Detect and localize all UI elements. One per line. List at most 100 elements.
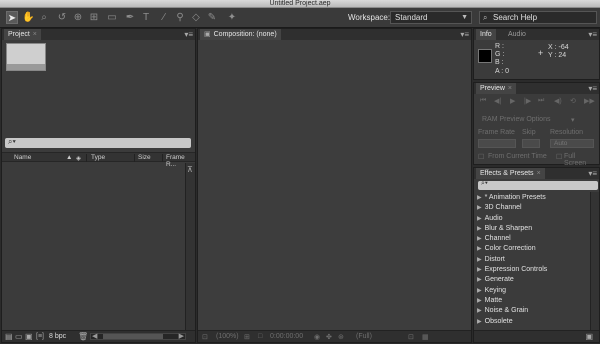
interpret-footage-icon[interactable]: ▤ [5,333,13,341]
disclosure-triangle-icon[interactable]: ▶ [477,319,482,325]
lock-icon[interactable]: ▣ [204,31,211,38]
pan-behind-icon[interactable]: ⊞ [88,11,100,24]
disclosure-triangle-icon[interactable]: ▶ [477,257,482,263]
panel-menu-icon[interactable]: ▾≡ [588,84,597,93]
previous-frame-icon[interactable]: ◀| [494,97,501,105]
camera-orbit-icon[interactable]: ⊕ [72,11,84,24]
effects-search-input[interactable]: ⌕▾ [478,180,598,190]
close-icon[interactable]: × [508,85,512,92]
disclosure-triangle-icon[interactable]: ▶ [477,205,482,211]
tab-composition[interactable]: ▣ Composition: (none) [200,29,281,40]
list-item[interactable]: ▶ Blur & Sharpen [474,224,589,234]
clone-stamp-icon[interactable]: ⚲ [174,11,186,24]
list-item[interactable]: ▶ Noise & Grain [474,306,589,316]
panel-menu-icon[interactable]: ▾≡ [460,30,469,39]
list-item[interactable]: ▶ 3D Channel [474,203,589,213]
tab-effects-presets[interactable]: Effects & Presets × [476,168,545,179]
sort-ascending-icon[interactable]: ▲ [66,154,72,161]
ram-preview-icon[interactable]: ▶▶ [584,97,595,105]
pen-icon[interactable]: ✒ [124,11,136,24]
tab-preview[interactable]: Preview × [476,83,516,94]
project-search-input[interactable]: ⌕▾ [5,137,191,148]
ram-preview-options[interactable]: RAM Preview Options [482,116,550,123]
always-preview-icon[interactable]: ⊡ [202,333,208,341]
disclosure-triangle-icon[interactable]: ▶ [477,277,482,283]
project-settings-icon[interactable]: [≡] [36,333,44,341]
zoom-icon[interactable]: ⌕ [38,11,50,24]
from-current-time-checkbox[interactable]: ☐ [478,153,484,161]
puppet-pin-icon[interactable]: ✦ [226,11,238,24]
list-item[interactable]: ▶ Audio [474,214,589,224]
hand-icon[interactable]: ✋ [22,11,34,24]
list-item[interactable]: ▶ Color Correction [474,244,589,254]
column-type[interactable]: Type [91,154,105,161]
disclosure-triangle-icon[interactable]: ▶ [477,288,482,294]
rotate-icon[interactable]: ↺ [56,11,68,24]
rectangle-mask-icon[interactable]: ▭ [106,11,118,24]
color-depth-button[interactable]: 8 bpc [49,333,66,340]
label-tag-icon[interactable]: ◈ [76,154,81,162]
transparency-grid-icon[interactable]: ▦ [422,333,429,341]
magnification-dropdown[interactable]: (100%) [216,333,239,340]
search-help-field[interactable]: ⌕ Search Help [479,11,597,24]
roto-brush-icon[interactable]: ✎ [206,11,218,24]
disclosure-triangle-icon[interactable]: ▶ [477,226,482,232]
region-of-interest-icon[interactable]: ⊡ [408,333,414,341]
effects-vertical-scrollbar[interactable] [590,192,599,330]
grid-guides-icon[interactable]: ⊞ [244,333,250,341]
list-item[interactable]: ▶ Expression Controls [474,265,589,275]
list-item[interactable]: ▶ Obsolete [474,317,589,327]
frame-rate-field[interactable] [478,139,516,148]
column-size[interactable]: Size [138,154,151,161]
tab-audio[interactable]: Audio [504,29,530,40]
new-preset-icon[interactable]: ▣ [585,332,593,341]
list-item[interactable]: ▶ Distort [474,255,589,265]
tab-info[interactable]: Info [476,29,496,40]
disclosure-triangle-icon[interactable]: ▶ [477,195,482,201]
snapshot-icon[interactable]: ◉ [314,333,320,341]
resolution-field[interactable]: Auto [550,139,594,148]
disclosure-triangle-icon[interactable]: ▶ [477,298,482,304]
panel-menu-icon[interactable]: ▾≡ [184,30,193,39]
loop-icon[interactable]: ⟲ [570,97,576,105]
disclosure-triangle-icon[interactable]: ▶ [477,308,482,314]
project-vertical-scrollbar[interactable]: ⊼ [185,163,195,330]
resolution-dropdown[interactable]: (Full) [356,333,372,340]
scroll-left-icon[interactable]: ◀ [92,332,97,340]
timecode-display[interactable]: 0:00:00:00 [270,333,303,340]
first-frame-icon[interactable]: ⏮ [480,97,486,105]
mute-audio-icon[interactable]: ◀) [554,97,562,105]
full-screen-checkbox[interactable]: ☐ [556,153,562,161]
list-item[interactable]: ▶ Channel [474,234,589,244]
play-icon[interactable]: ▶ [510,97,515,105]
list-item[interactable]: ▶ Generate [474,275,589,285]
column-name[interactable]: Name [14,154,31,161]
brush-icon[interactable]: ∕ [158,11,170,24]
list-item[interactable]: ▶ * Animation Presets [474,193,589,203]
last-frame-icon[interactable]: ⏭ [538,97,544,105]
panel-menu-icon[interactable]: ▾≡ [588,169,597,178]
selection-arrow-icon[interactable]: ➤ [6,11,18,24]
disclosure-triangle-icon[interactable]: ▶ [477,236,482,242]
eraser-icon[interactable]: ◇ [190,11,202,24]
disclosure-triangle-icon[interactable]: ▶ [477,216,482,222]
list-item[interactable]: ▶ Keying [474,286,589,296]
trash-icon[interactable]: 🗑 [78,333,88,341]
chevron-down-icon[interactable]: ▾ [571,116,575,124]
skip-field[interactable] [522,139,540,148]
type-icon[interactable]: T [140,11,152,24]
list-item[interactable]: ▶ Matte [474,296,589,306]
new-composition-icon[interactable]: ▣ [25,333,33,341]
disclosure-triangle-icon[interactable]: ▶ [477,267,482,273]
tab-project[interactable]: Project × [4,29,41,40]
next-frame-icon[interactable]: |▶ [524,97,531,105]
workspace-select[interactable]: Standard ▼ [390,11,472,24]
show-snapshot-icon[interactable]: ✤ [326,333,332,341]
panel-menu-icon[interactable]: ▾≡ [588,30,597,39]
project-horizontal-scrollbar[interactable]: ◀ ▶ [90,333,186,340]
close-icon[interactable]: × [33,31,37,38]
flowchart-icon[interactable]: ⊼ [187,165,193,174]
scroll-right-icon[interactable]: ▶ [179,332,184,340]
mask-visibility-icon[interactable]: □ [258,333,262,340]
disclosure-triangle-icon[interactable]: ▶ [477,246,482,252]
